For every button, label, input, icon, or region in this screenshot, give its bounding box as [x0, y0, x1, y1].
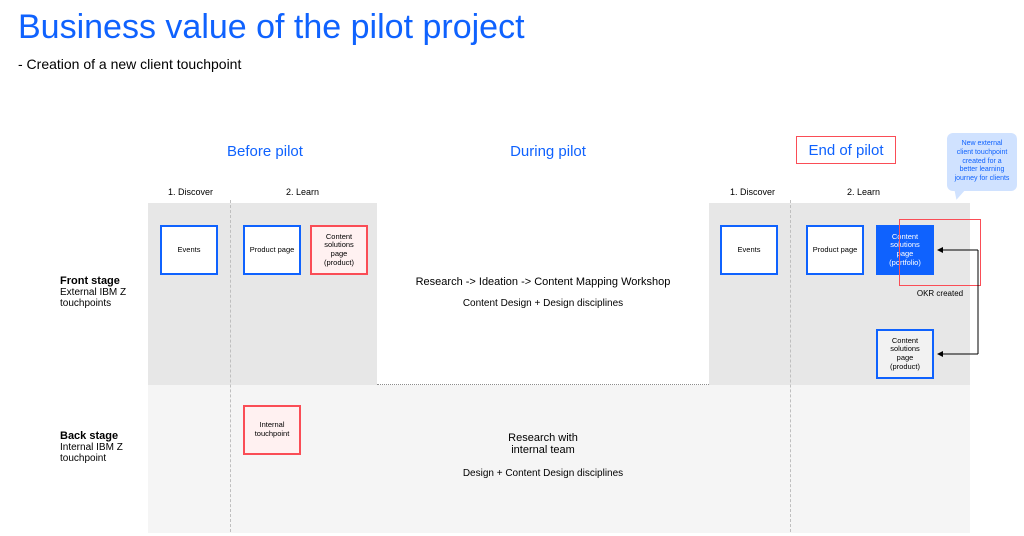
- row-front-desc: External IBM Z touchpoints: [60, 287, 126, 309]
- col-end-of-pilot: End of pilot: [796, 136, 896, 164]
- divider-vertical: [790, 200, 791, 532]
- subcol-before-learn: 2. Learn: [286, 187, 319, 197]
- during-back-line2: Design + Content Design disciplines: [380, 468, 706, 479]
- row-back-desc: Internal IBM Z touchpoint: [60, 442, 123, 464]
- col-before-pilot: Before pilot: [205, 143, 325, 160]
- subcol-before-discover: 1. Discover: [168, 187, 213, 197]
- page-title: Business value of the pilot project: [18, 8, 525, 47]
- during-gap: [377, 203, 709, 385]
- card-events-end: Events: [720, 225, 778, 275]
- row-back-title: Back stage: [60, 430, 118, 442]
- card-content-product-end: Content solutions page (product): [876, 329, 934, 379]
- row-front-label: Front stage External IBM Z touchpoints: [60, 275, 140, 309]
- card-product-page-end: Product page: [806, 225, 864, 275]
- subcol-end-learn: 2. Learn: [847, 187, 880, 197]
- during-front-line1: Research -> Ideation -> Content Mapping …: [380, 276, 706, 288]
- row-back-label: Back stage Internal IBM Z touchpoint: [60, 430, 140, 464]
- during-front-line2: Content Design + Design disciplines: [380, 298, 706, 309]
- card-internal-touchpoint: Internal touchpoint: [243, 405, 301, 455]
- during-back-line1: Research withinternal team: [380, 432, 706, 456]
- page-subtitle: - Creation of a new client touchpoint: [18, 56, 241, 72]
- card-content-product-before: Content solutions page (product): [310, 225, 368, 275]
- row-front-title: Front stage: [60, 275, 120, 287]
- card-events-before: Events: [160, 225, 218, 275]
- card-product-page-before: Product page: [243, 225, 301, 275]
- col-during-pilot: During pilot: [488, 143, 608, 160]
- okr-label: OKR created: [899, 289, 981, 298]
- divider-vertical: [230, 200, 231, 532]
- okr-outline: [899, 219, 981, 286]
- callout-bubble: New external client touchpoint created f…: [947, 133, 1017, 191]
- callout-bubble-tail: [951, 187, 966, 202]
- subcol-end-discover: 1. Discover: [730, 187, 775, 197]
